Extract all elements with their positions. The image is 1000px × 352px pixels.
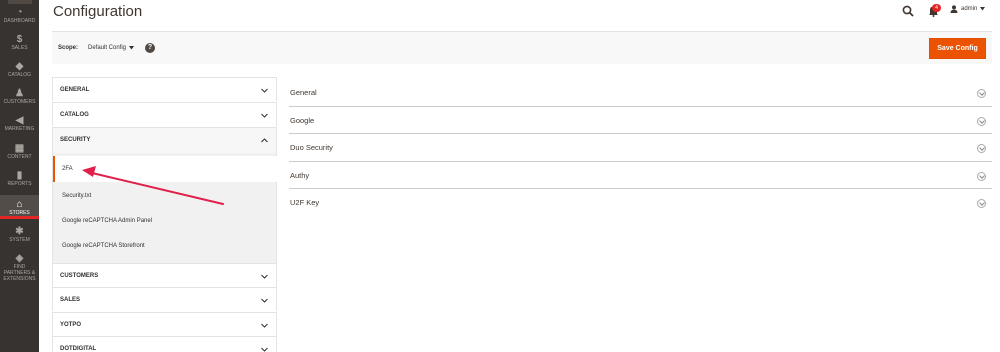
submenu-item-label: Google reCAPTCHA Storefront bbox=[62, 242, 145, 249]
tab-catalog[interactable]: CATALOG bbox=[52, 102, 277, 126]
tab-title: CATALOG bbox=[60, 112, 89, 118]
chevron-down-icon bbox=[261, 113, 268, 118]
admin-sidebar: ◔ DASHBOARD $ SALES ◆ CATALOG ♟ CUSTOMER… bbox=[0, 0, 39, 352]
box-icon: ◈ bbox=[15, 252, 24, 264]
chevron-up-icon bbox=[261, 138, 268, 143]
scope-switcher[interactable]: Default Config bbox=[88, 45, 135, 51]
security-item-recaptcha-storefront[interactable]: Google reCAPTCHA Storefront bbox=[53, 233, 278, 258]
tab-title: YOTPO bbox=[60, 322, 82, 328]
nav-item-dashboard[interactable]: ◔ DASHBOARD bbox=[0, 7, 39, 26]
tab-yotpo[interactable]: YOTPO bbox=[52, 312, 277, 336]
nav-item-label: FIND PARTNERS & EXTENSIONS bbox=[3, 264, 36, 282]
layout-icon: ▦ bbox=[14, 142, 25, 154]
scope-label: Scope: bbox=[58, 45, 79, 51]
nav-item-label: CUSTOMERS bbox=[3, 99, 36, 105]
nav-item-sales[interactable]: $ SALES bbox=[0, 34, 39, 53]
nav-item-label: SALES bbox=[11, 45, 28, 51]
chevron-down-icon bbox=[261, 274, 268, 279]
tab-sales[interactable]: SALES bbox=[52, 287, 277, 311]
config-sections: General Google Duo Security Authy U2F Ke… bbox=[289, 79, 992, 217]
chevron-down-icon bbox=[261, 323, 268, 328]
save-config-button[interactable]: Save Config bbox=[929, 38, 986, 59]
tab-security[interactable]: SECURITY bbox=[52, 127, 277, 153]
page-title: Configuration bbox=[53, 3, 143, 20]
nav-item-marketing[interactable]: ◀ MARKETING bbox=[0, 115, 39, 134]
chevron-down-icon bbox=[261, 347, 268, 352]
store-icon: ⌂ bbox=[16, 198, 23, 210]
section-title: Authy bbox=[290, 170, 310, 180]
dashboard-icon: ◔ bbox=[16, 6, 23, 18]
nav-item-label: STORES bbox=[9, 210, 30, 216]
user-name: admin bbox=[961, 6, 978, 12]
submenu-item-label: 2FA bbox=[62, 166, 73, 172]
expand-circle-icon[interactable] bbox=[977, 116, 986, 126]
nav-item-label: DASHBOARD bbox=[3, 18, 36, 24]
section-title: Duo Security bbox=[290, 143, 333, 153]
tab-title: SALES bbox=[60, 297, 81, 303]
nav-item-label: CATALOG bbox=[7, 72, 32, 78]
nav-item-find-partners[interactable]: ◈ FIND PARTNERS & EXTENSIONS bbox=[0, 252, 39, 283]
megaphone-icon: ◀ bbox=[15, 114, 24, 126]
nav-item-content[interactable]: ▦ CONTENT bbox=[0, 143, 39, 162]
nav-item-stores[interactable]: ⌂ STORES bbox=[0, 195, 39, 219]
chevron-down-icon bbox=[261, 298, 268, 303]
expand-circle-icon[interactable] bbox=[977, 199, 986, 209]
logo bbox=[8, 0, 32, 4]
submenu-item-label: Security.txt bbox=[62, 192, 92, 199]
person-icon: ♟ bbox=[15, 87, 24, 99]
search-icon[interactable] bbox=[902, 5, 914, 17]
chevron-down-icon bbox=[261, 88, 268, 93]
submenu-item-label: Google reCAPTCHA Admin Panel bbox=[62, 217, 153, 224]
tab-customers[interactable]: CUSTOMERS bbox=[52, 263, 277, 287]
bar-chart-icon: ▮ bbox=[16, 169, 23, 181]
config-tabs: GENERAL CATALOG SECURITY 2FA Security.tx… bbox=[52, 77, 278, 352]
expand-circle-icon[interactable] bbox=[977, 89, 986, 98]
nav-item-system[interactable]: ✱ SYSTEM bbox=[0, 226, 39, 245]
app-root: ◔ DASHBOARD $ SALES ◆ CATALOG ♟ CUSTOMER… bbox=[0, 0, 1000, 352]
tab-title: CUSTOMERS bbox=[60, 273, 99, 279]
security-item-recaptcha-admin[interactable]: Google reCAPTCHA Admin Panel bbox=[53, 208, 278, 233]
security-item-security-txt[interactable]: Security.txt bbox=[53, 183, 278, 208]
tab-title: GENERAL bbox=[60, 87, 90, 93]
section-u2f-key[interactable]: U2F Key bbox=[289, 189, 992, 217]
dollar-icon: $ bbox=[16, 33, 23, 45]
notification-count-badge: 4 bbox=[932, 4, 941, 12]
caret-down-icon bbox=[129, 46, 135, 50]
security-item-2fa[interactable]: 2FA bbox=[53, 156, 278, 182]
tab-title: SECURITY bbox=[60, 137, 91, 143]
section-duo-security[interactable]: Duo Security bbox=[289, 134, 992, 162]
tab-general[interactable]: GENERAL bbox=[52, 77, 277, 101]
user-menu[interactable]: admin bbox=[950, 5, 986, 13]
gear-icon: ✱ bbox=[15, 225, 24, 237]
nav-item-label: MARKETING bbox=[4, 126, 35, 132]
scope-value: Default Config bbox=[88, 45, 127, 51]
section-general[interactable]: General bbox=[289, 79, 992, 107]
cube-icon: ◆ bbox=[15, 60, 24, 72]
help-icon[interactable]: ? bbox=[145, 43, 155, 53]
section-authy[interactable]: Authy bbox=[289, 162, 992, 190]
nav-item-label: REPORTS bbox=[7, 181, 32, 187]
section-title: Google bbox=[290, 115, 315, 125]
scope-bar: Scope: Default Config ? bbox=[52, 31, 992, 64]
nav-item-catalog[interactable]: ◆ CATALOG bbox=[0, 61, 39, 80]
section-google[interactable]: Google bbox=[289, 107, 992, 135]
user-icon bbox=[950, 5, 958, 13]
expand-circle-icon[interactable] bbox=[977, 144, 986, 154]
section-title: General bbox=[290, 88, 317, 97]
nav-item-label: SYSTEM bbox=[9, 237, 30, 243]
security-submenu: 2FA Security.txt Google reCAPTCHA Admin … bbox=[52, 153, 278, 263]
tab-title: DOTDIGITAL bbox=[60, 346, 97, 352]
nav-item-reports[interactable]: ▮ REPORTS bbox=[0, 170, 39, 189]
nav-item-label: CONTENT bbox=[7, 154, 32, 160]
tab-dotdigital[interactable]: DOTDIGITAL bbox=[52, 336, 277, 352]
expand-circle-icon[interactable] bbox=[977, 171, 986, 181]
nav-item-customers[interactable]: ♟ CUSTOMERS bbox=[0, 88, 39, 107]
caret-down-icon bbox=[980, 7, 986, 11]
section-title: U2F Key bbox=[290, 198, 320, 208]
